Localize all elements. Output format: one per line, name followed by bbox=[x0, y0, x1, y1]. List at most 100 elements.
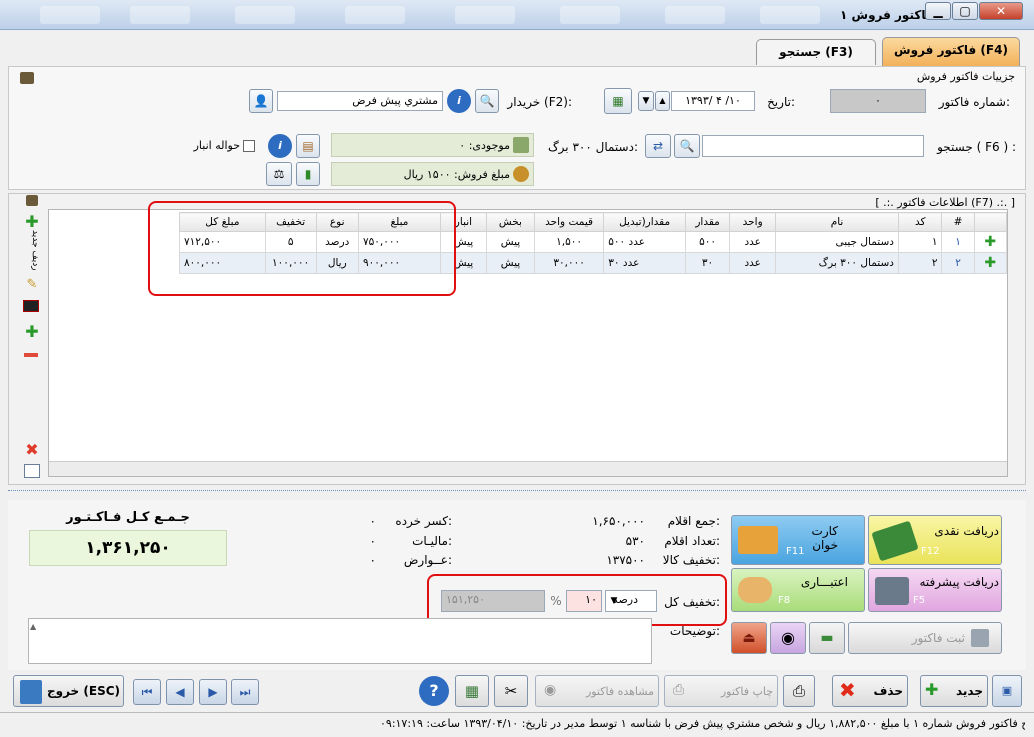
eye-icon[interactable]: ◉ bbox=[770, 622, 806, 654]
credit-card-icon bbox=[738, 526, 778, 554]
refresh-icon[interactable]: ⇄ bbox=[645, 134, 671, 158]
buyer-search-icon[interactable]: 🔍 bbox=[475, 89, 499, 113]
view-eye-icon: ◉ bbox=[544, 682, 557, 698]
cell-name[interactable]: دستمال ۳۰۰ برگ bbox=[775, 252, 899, 274]
col-header[interactable]: واحد bbox=[729, 212, 777, 232]
row-add-icon[interactable]: ✚ bbox=[973, 252, 1008, 274]
prev-record-icon[interactable]: ◀ bbox=[166, 679, 194, 705]
buyer-field[interactable]: مشتري پيش فرض bbox=[277, 91, 443, 111]
col-header[interactable]: کد bbox=[897, 212, 943, 232]
form-settings-icon[interactable] bbox=[24, 464, 40, 478]
delete-row-icon[interactable]: ✖ bbox=[22, 440, 42, 459]
scale-icon[interactable]: ⚖ bbox=[266, 162, 292, 186]
scroll-up-icon[interactable]: ▲ bbox=[30, 622, 42, 632]
col-header[interactable]: # bbox=[941, 212, 975, 232]
cell-index[interactable]: ۲ bbox=[941, 252, 975, 274]
horizontal-scrollbar[interactable] bbox=[49, 461, 1007, 476]
chart-icon[interactable]: ▮ bbox=[296, 162, 320, 186]
cell-unit[interactable]: عدد bbox=[729, 252, 777, 274]
close-button[interactable]: ✕ bbox=[979, 2, 1023, 20]
product-name: دستمال ۳۰۰ برگ: bbox=[547, 140, 638, 154]
eject-icon[interactable]: ⏏ bbox=[731, 622, 767, 654]
edit-pencil-icon[interactable]: ✎ bbox=[22, 277, 42, 293]
duties-value: ۰ bbox=[369, 553, 376, 567]
cell-qty[interactable]: ۵۰۰ bbox=[684, 231, 731, 253]
tools-icon[interactable]: ✂ bbox=[494, 675, 528, 707]
row-add-icon[interactable]: ✚ bbox=[973, 231, 1008, 253]
date-label: تاریخ: bbox=[767, 95, 795, 109]
cell-name[interactable]: دستمال جیبی bbox=[775, 231, 899, 253]
cell-unit-price[interactable]: ۱,۵۰۰ bbox=[533, 231, 605, 253]
taskbar-ghost-icon bbox=[455, 6, 515, 24]
info-icon[interactable]: i bbox=[268, 134, 292, 158]
view-invoice-button[interactable]: مشاهده فاکتور ◉ bbox=[535, 675, 659, 707]
notes-label: توضیحات: bbox=[669, 624, 720, 638]
maximize-button[interactable]: ▢ bbox=[952, 2, 978, 20]
customer-card-icon[interactable]: 👤 bbox=[249, 89, 273, 113]
cell-section[interactable]: پیش bbox=[485, 231, 535, 253]
advanced-payment-button[interactable]: دریافت پیشرفته F5 bbox=[868, 568, 1002, 612]
highlight-box bbox=[148, 201, 456, 296]
delete-button[interactable]: حذف ✖ bbox=[832, 675, 908, 707]
date-dropdown-icon[interactable]: ▼ bbox=[638, 91, 654, 111]
cell-converted-qty[interactable]: ۳۰ عدد bbox=[603, 252, 686, 274]
cell-unit[interactable]: عدد bbox=[729, 231, 777, 253]
invoice-no-field[interactable]: ۰ bbox=[830, 89, 926, 113]
cell-code[interactable]: ۱ bbox=[897, 231, 943, 253]
save-invoice-button[interactable]: ثبت فاکتور bbox=[848, 622, 1002, 654]
cell-unit-price[interactable]: ۳۰,۰۰۰ bbox=[533, 252, 605, 274]
exit-button[interactable]: خروج (ESC) bbox=[13, 675, 124, 707]
buyer-info-icon[interactable]: i bbox=[447, 89, 471, 113]
taskbar-ghost-icon bbox=[40, 6, 100, 24]
next-record-icon[interactable]: ▶ bbox=[199, 679, 227, 705]
col-header[interactable]: مقدار bbox=[684, 212, 731, 232]
splitter[interactable] bbox=[8, 490, 1026, 496]
add-row-icon[interactable]: ✚ bbox=[22, 212, 42, 231]
tab-sales-invoice[interactable]: فاکتور فروش (F4) bbox=[882, 37, 1020, 66]
new-label: جدید bbox=[955, 684, 983, 698]
new-document-icon[interactable]: ▣ bbox=[992, 675, 1022, 707]
calendar-icon[interactable]: ▦ bbox=[604, 88, 632, 114]
new-button[interactable]: جدید ✚ bbox=[920, 675, 988, 707]
date-spin-icon[interactable]: ▲ bbox=[655, 91, 670, 111]
exit-label: خروج (ESC) bbox=[46, 684, 120, 698]
print-invoice-button[interactable]: چاپ فاکتور ⎙ bbox=[664, 675, 778, 707]
printer-icon[interactable]: ⎙ bbox=[783, 675, 815, 707]
plus-icon[interactable]: ✚ bbox=[22, 322, 42, 341]
credit-payment-label: اعتبـــاری bbox=[800, 575, 848, 589]
calc-display-icon[interactable] bbox=[23, 300, 39, 312]
delete-x-icon: ✖ bbox=[839, 678, 856, 702]
title-bar: فاکتور فروش ۱ ▁ ▢ ✕ bbox=[0, 0, 1034, 30]
cell-index[interactable]: ۱ bbox=[941, 231, 975, 253]
col-header[interactable]: بخش bbox=[485, 212, 535, 232]
cell-code[interactable]: ۲ bbox=[897, 252, 943, 274]
help-icon[interactable]: ? bbox=[419, 676, 449, 706]
calculator-button-icon[interactable]: ▦ bbox=[455, 675, 489, 707]
new-row-label: ردیف جدید bbox=[30, 230, 40, 271]
notes-textarea[interactable] bbox=[28, 618, 652, 664]
notebook-icon[interactable]: ▤ bbox=[296, 134, 320, 158]
cash-payment-button[interactable]: دریافت نقدی F12 bbox=[868, 515, 1002, 565]
status-text: درج فاکتور فروش شماره ۱ با مبلغ ۱,۸۸۲,۵۰… bbox=[380, 717, 1025, 730]
warehouse-transfer-checkbox[interactable] bbox=[243, 140, 255, 152]
col-header[interactable]: مقدار(تبدیل bbox=[603, 212, 686, 232]
credit-payment-button[interactable]: اعتبـــاری F8 bbox=[731, 568, 865, 612]
cash-stack-icon[interactable]: ▬ bbox=[809, 622, 845, 654]
card-reader-button[interactable]: کارت خوان F11 bbox=[731, 515, 865, 565]
cell-converted-qty[interactable]: ۵۰۰ عدد bbox=[603, 231, 686, 253]
tab-search[interactable]: جستجو (F3) bbox=[756, 39, 876, 65]
col-header[interactable]: نام bbox=[775, 212, 899, 232]
date-field[interactable]: ۱۳۹۳/ ۴ /۱۰ bbox=[671, 91, 755, 111]
minimize-button[interactable]: ▁ bbox=[925, 2, 951, 20]
search-input[interactable] bbox=[702, 135, 924, 157]
minus-icon[interactable] bbox=[24, 353, 38, 357]
invoice-no-label: شماره فاکتور: bbox=[938, 95, 1010, 109]
stock-value: موجودی: ۰ bbox=[459, 139, 510, 152]
cell-section[interactable]: پیش bbox=[485, 252, 535, 274]
search-icon[interactable]: 🔍 bbox=[674, 134, 700, 158]
last-record-icon[interactable]: ⏭ bbox=[231, 679, 259, 705]
cell-qty[interactable]: ۳۰ bbox=[684, 252, 731, 274]
col-header[interactable]: قیمت واحد bbox=[533, 212, 605, 232]
first-record-icon[interactable]: ⏮ bbox=[133, 679, 161, 705]
save-layout-icon bbox=[26, 195, 38, 206]
